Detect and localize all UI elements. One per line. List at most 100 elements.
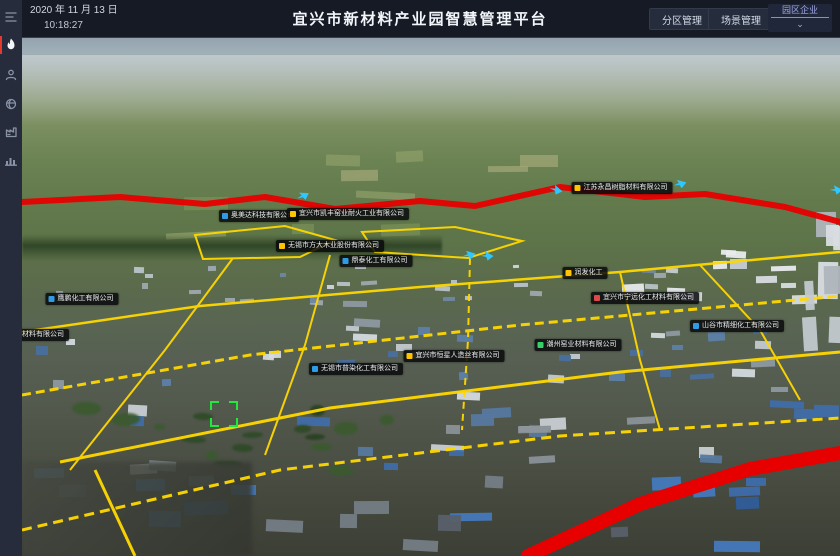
menu-icon[interactable] [0, 6, 22, 28]
map-building [354, 501, 390, 514]
map-building [814, 405, 839, 417]
map-building [690, 373, 714, 380]
map-building [206, 451, 218, 460]
vehicle-marker-icon[interactable] [295, 190, 310, 203]
map-building [310, 297, 317, 303]
map-building [360, 281, 376, 286]
vehicle-marker-icon[interactable] [548, 184, 563, 197]
park-enterprise-dropdown[interactable]: 园区企业 ⌄ [768, 4, 832, 32]
industrial-dark-corner [22, 462, 252, 556]
map-building [181, 435, 207, 443]
map-building [713, 261, 727, 270]
company-label[interactable]: 山谷市精细化工有限公司 [690, 320, 784, 332]
vehicle-marker-icon[interactable] [480, 251, 494, 261]
map-building [280, 273, 287, 277]
map-building [828, 317, 840, 344]
factory-icon[interactable] [0, 121, 22, 143]
map-building [353, 334, 377, 342]
map-building [714, 541, 760, 553]
map-building [793, 409, 817, 420]
map-building [36, 345, 48, 354]
map-building [654, 273, 666, 278]
map-building [341, 169, 378, 181]
map-building [660, 368, 671, 377]
map-building [513, 265, 520, 268]
map-building [263, 353, 274, 360]
map-building [465, 296, 472, 300]
map-building [343, 301, 367, 307]
map-building [225, 298, 235, 302]
horizon-haze [22, 55, 840, 125]
map-building [53, 380, 64, 389]
map-building [826, 225, 840, 247]
company-label[interactable]: 宜兴市恒星人造丝有限公司 [404, 350, 505, 362]
company-marker-icon [594, 295, 600, 301]
map-building [384, 463, 398, 470]
vehicle-marker-icon[interactable] [462, 250, 476, 261]
map-building [529, 455, 556, 463]
company-marker-icon [343, 258, 349, 264]
map-building [327, 285, 334, 289]
company-marker-icon [566, 270, 572, 276]
chevron-down-icon: ⌄ [796, 18, 804, 30]
company-label-text: 宜兴市恒星人造丝有限公司 [416, 352, 500, 360]
company-label[interactable]: 润发化工 [563, 267, 608, 279]
map-building [708, 331, 726, 341]
user-icon[interactable] [0, 64, 22, 86]
map-building [379, 414, 393, 425]
map-building [611, 527, 629, 537]
company-label[interactable]: 鼎泰化工有限公司 [340, 255, 413, 267]
map-building [451, 280, 457, 285]
globe-icon[interactable] [0, 93, 22, 115]
map-building [387, 351, 397, 357]
company-label[interactable]: 无锡市普染化工有限公司 [309, 363, 403, 375]
map-building [456, 392, 479, 401]
map-building [530, 291, 542, 297]
map-building [154, 424, 165, 431]
bar-chart-icon[interactable] [0, 149, 22, 171]
company-marker-icon [290, 211, 296, 217]
vehicle-marker-icon[interactable] [829, 185, 840, 195]
company-label[interactable]: 无锡市方大木业股份有限公司 [276, 240, 384, 252]
map-building [446, 425, 460, 434]
map-building [346, 326, 359, 332]
map-building [337, 282, 350, 286]
company-label[interactable]: 鹰鹏化工有限公司 [46, 293, 119, 305]
map-building [485, 476, 503, 489]
company-label-text: 无锡市普染化工有限公司 [321, 365, 398, 373]
map-3d-view[interactable]: 奥美达科技有限公司宜兴市凯丰窑业耐火工业有限公司无锡市方大木业股份有限公司鼎泰化… [22, 37, 840, 556]
company-marker-icon [538, 342, 544, 348]
map-building [183, 197, 227, 210]
map-building [208, 266, 217, 271]
map-building [665, 330, 679, 336]
company-label[interactable]: 宜兴市凯丰窑业耐火工业有限公司 [287, 208, 409, 220]
map-building [310, 405, 325, 417]
map-building [756, 276, 777, 284]
zone-manage-button[interactable]: 分区管理 [649, 8, 715, 30]
map-building [721, 249, 736, 255]
map-building [730, 259, 747, 269]
vehicle-marker-icon[interactable] [673, 179, 687, 190]
scene-manage-button[interactable]: 场景管理 [708, 8, 774, 30]
map-building [72, 401, 102, 415]
map-building [142, 283, 148, 289]
company-label-text: 润发化工 [575, 269, 603, 277]
map-building [804, 280, 815, 310]
app-window: 奥美达科技有限公司宜兴市凯丰窑业耐火工业有限公司无锡市方大木业股份有限公司鼎泰化… [0, 0, 840, 556]
map-building [240, 299, 254, 304]
map-building [458, 371, 467, 379]
company-label-text: 奥美达科技有限公司 [231, 212, 294, 220]
map-building [666, 268, 678, 274]
selection-bracket [211, 402, 237, 426]
company-label-text: 宜兴市防水材料有限公司 [22, 331, 64, 339]
map-building [418, 327, 430, 336]
company-label-text: 宜兴市凯丰窑业耐火工业有限公司 [299, 210, 404, 218]
company-label[interactable]: 江苏永昌树脂材料有限公司 [572, 182, 673, 194]
map-building [652, 476, 682, 491]
company-label[interactable]: 宜兴市宁远化工材料有限公司 [591, 292, 699, 304]
company-label[interactable]: 潮州窑业材料有限公司 [535, 339, 622, 351]
company-label[interactable]: 宜兴市防水材料有限公司 [22, 329, 69, 341]
map-building [755, 341, 771, 349]
fire-icon[interactable] [0, 34, 22, 56]
map-building [449, 450, 464, 457]
